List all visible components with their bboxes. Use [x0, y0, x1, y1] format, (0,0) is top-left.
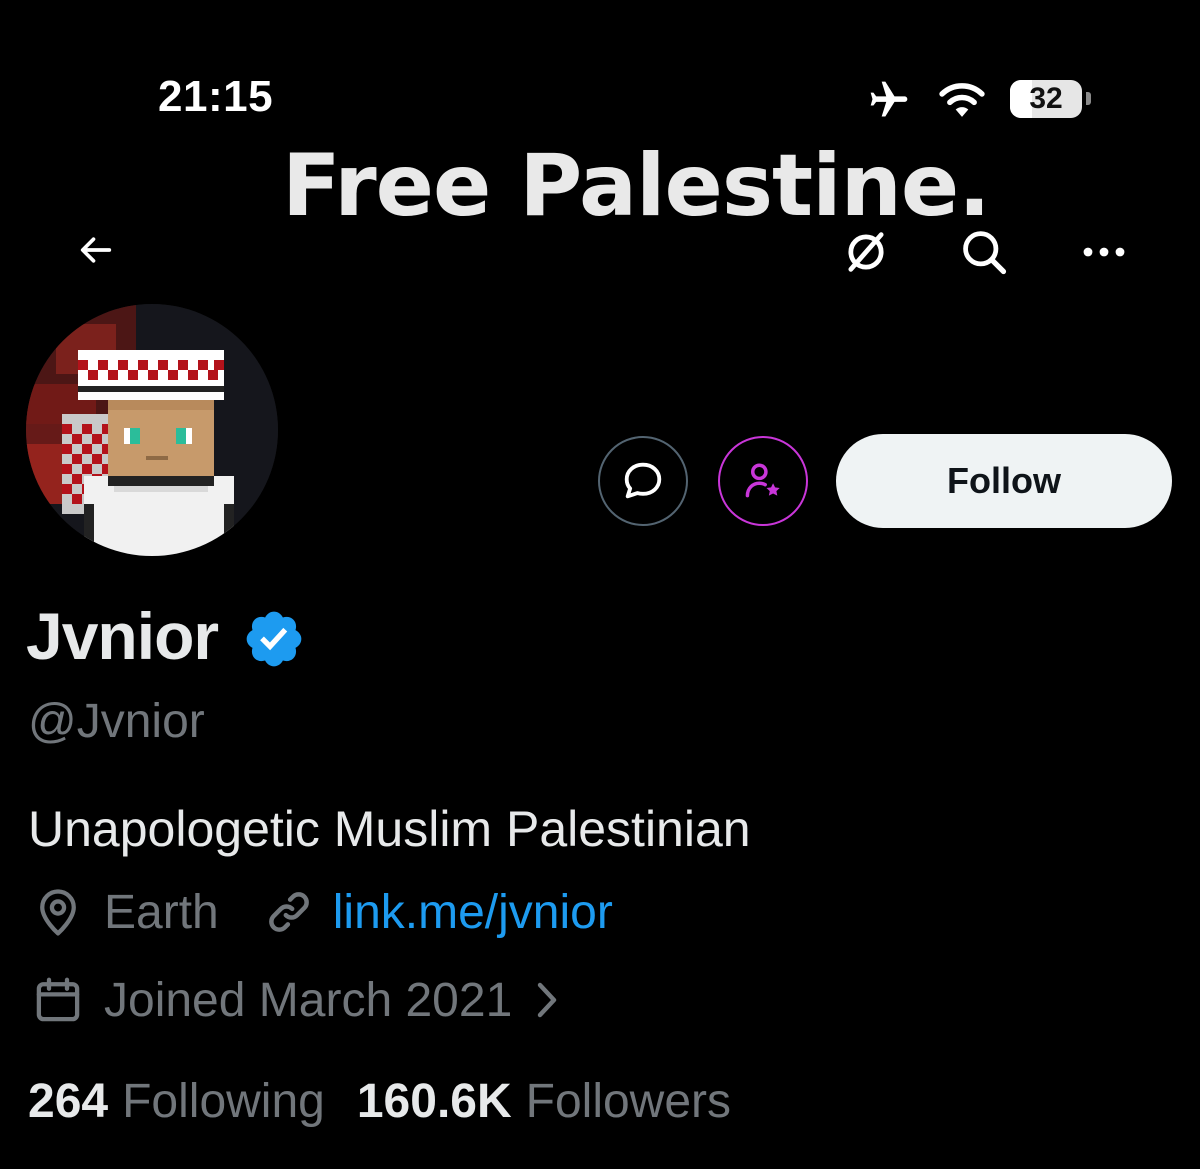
wifi-icon	[939, 83, 985, 117]
more-button[interactable]	[1072, 220, 1136, 284]
chevron-right-icon	[534, 978, 564, 1022]
airplane-icon	[870, 81, 908, 117]
avatar-image	[26, 304, 278, 556]
battery-level: 32	[1029, 82, 1063, 115]
back-button[interactable]	[66, 222, 126, 278]
message-icon	[624, 462, 662, 499]
profile-meta-row: Earth link.me/jvnior	[30, 884, 613, 940]
search-icon	[963, 231, 1007, 275]
more-icon	[1083, 247, 1125, 257]
avatar[interactable]	[26, 304, 278, 556]
subscribe-button[interactable]	[718, 436, 808, 526]
display-name: Jvnior	[26, 599, 219, 673]
status-time: 21:15	[158, 72, 274, 121]
joined-date: Joined March 2021	[104, 973, 513, 1027]
website-link[interactable]: link.me/jvnior	[333, 885, 613, 940]
follow-button[interactable]: Follow	[836, 434, 1172, 528]
handle: @Jvnior	[28, 695, 205, 748]
followers-label: Followers	[525, 1075, 732, 1128]
link-icon	[261, 884, 317, 940]
follow-stats: 264 Following 160.6K Followers	[28, 1074, 731, 1129]
back-arrow-icon	[80, 237, 112, 263]
followers-stat[interactable]: 160.6K Followers	[357, 1074, 731, 1129]
location-icon	[30, 884, 86, 940]
translate-icon	[848, 232, 884, 272]
verified-badge-icon[interactable]	[242, 607, 306, 671]
translate-button[interactable]	[834, 220, 898, 284]
message-button[interactable]	[598, 436, 688, 526]
search-button[interactable]	[952, 220, 1016, 284]
joined-row[interactable]: Joined March 2021	[30, 972, 564, 1028]
following-label: Following	[122, 1075, 325, 1128]
following-count: 264	[28, 1075, 109, 1128]
status-icons: 32	[862, 74, 1102, 126]
following-stat[interactable]: 264 Following	[28, 1074, 325, 1129]
followers-count: 160.6K	[356, 1075, 512, 1128]
name-row: Jvnior	[26, 598, 306, 674]
battery-icon: 32	[1010, 80, 1082, 118]
calendar-icon	[30, 972, 86, 1028]
bio: Unapologetic Muslim Palestinian	[28, 801, 751, 857]
subscribe-icon	[745, 463, 780, 498]
location-text: Earth	[104, 885, 219, 939]
